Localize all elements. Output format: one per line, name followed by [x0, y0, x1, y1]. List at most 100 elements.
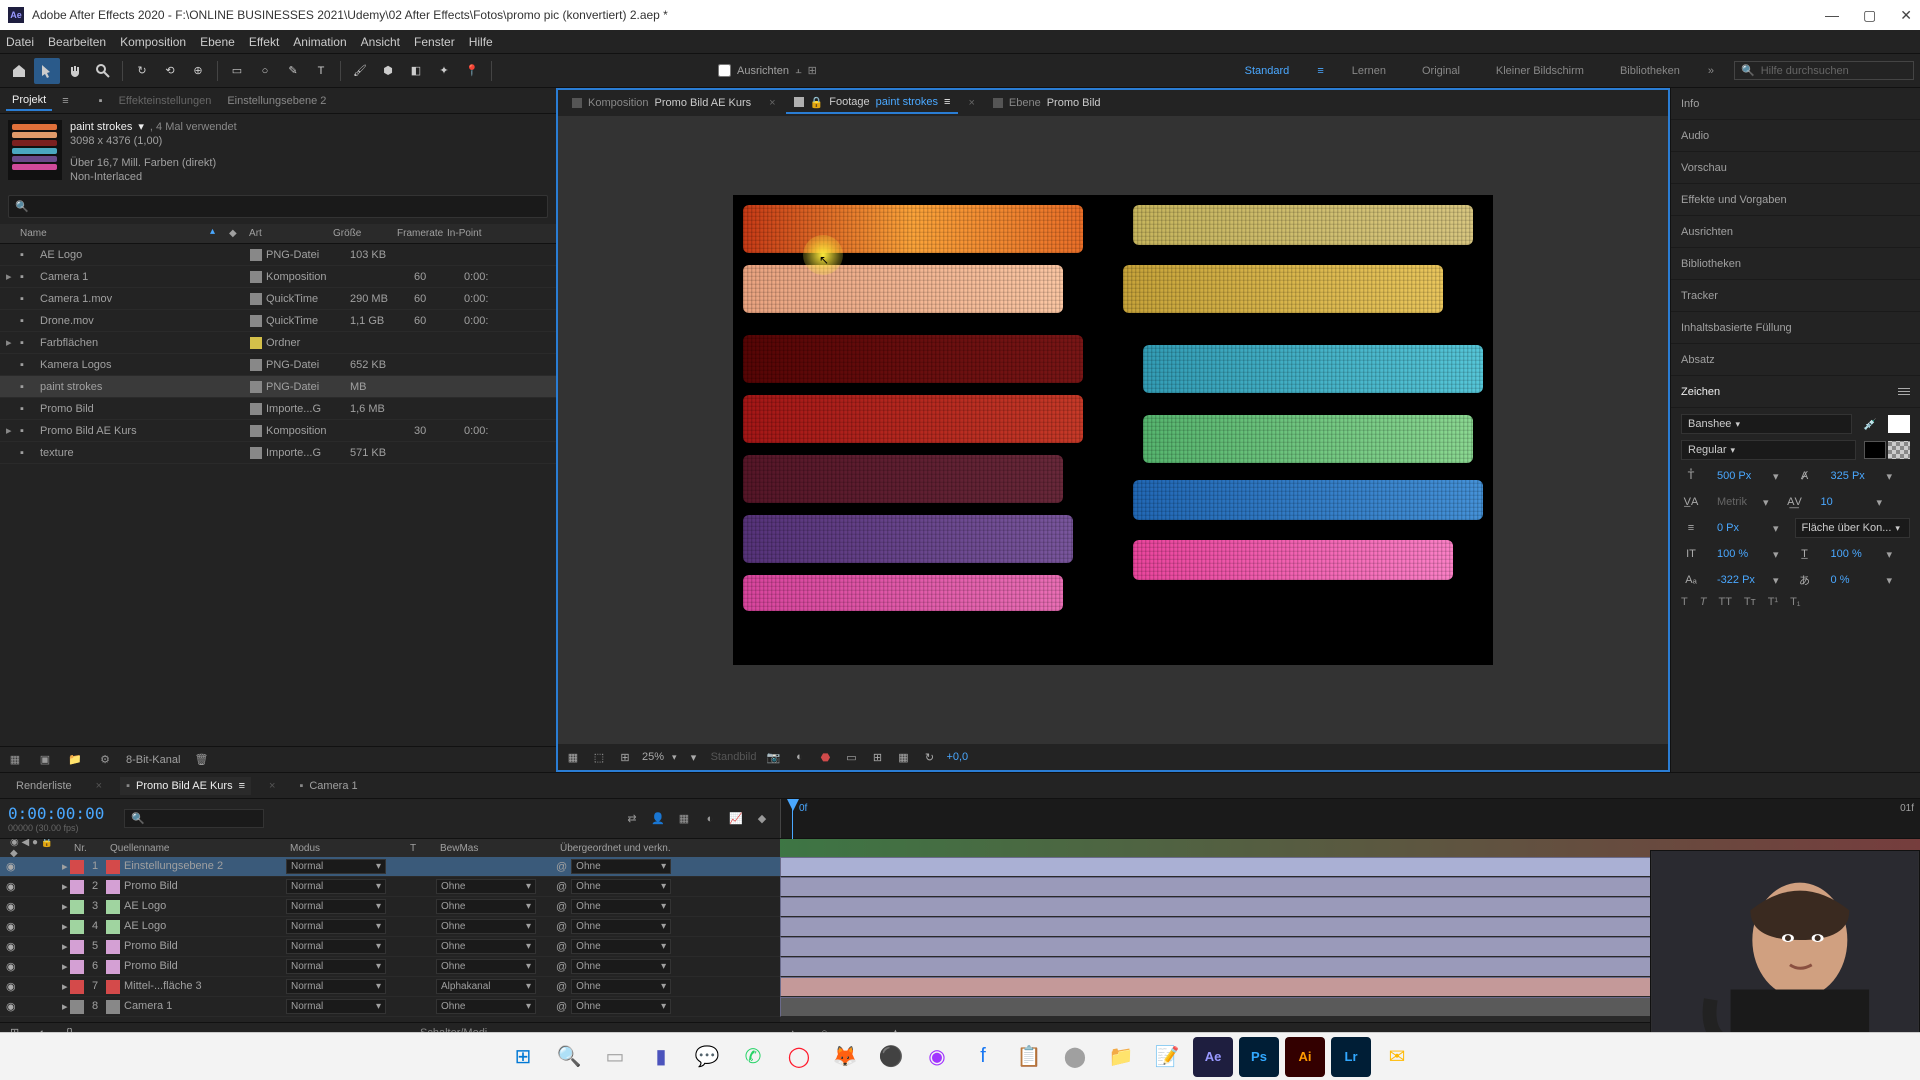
- workspace-bibliotheken[interactable]: Bibliotheken: [1612, 61, 1688, 81]
- hscale-value[interactable]: 100 %: [1831, 548, 1871, 560]
- col-name[interactable]: Name: [20, 226, 240, 241]
- layer-row[interactable]: ◉▸4AE LogoNormal▾Ohne▾@Ohne▾: [0, 917, 780, 937]
- col-label[interactable]: ◆: [229, 226, 249, 241]
- kerning-value[interactable]: Metrik: [1717, 496, 1747, 508]
- text-tool[interactable]: T: [308, 58, 334, 84]
- taskbar-opera[interactable]: ◯: [779, 1037, 819, 1077]
- col-fps[interactable]: Framerate: [397, 226, 447, 241]
- project-item[interactable]: ▸▪Promo Bild AE KursKomposition300:00:: [0, 420, 556, 442]
- new-comp-icon[interactable]: ▣: [36, 751, 54, 769]
- dropdown-icon[interactable]: ▾: [1887, 574, 1893, 587]
- taskbar-windows[interactable]: ⊞: [503, 1037, 543, 1077]
- comp-flow-icon[interactable]: ⇄: [622, 809, 642, 829]
- taskbar-facebook[interactable]: f: [963, 1037, 1003, 1077]
- menu-ansicht[interactable]: Ansicht: [361, 35, 400, 49]
- camera-icon[interactable]: 📷: [764, 748, 782, 766]
- dropdown-icon[interactable]: ▾: [1773, 470, 1779, 483]
- panel-audio[interactable]: Audio: [1671, 120, 1920, 152]
- workspace-overflow-icon[interactable]: »: [1708, 65, 1714, 77]
- tracking-value[interactable]: 10: [1820, 496, 1860, 508]
- menu-effekt[interactable]: Effekt: [249, 35, 279, 49]
- layer-row[interactable]: ◉▸3AE LogoNormal▾Ohne▾@Ohne▾: [0, 897, 780, 917]
- 3d-icon[interactable]: ⬣: [816, 748, 834, 766]
- taskbar-files[interactable]: 📁: [1101, 1037, 1141, 1077]
- new-folder-icon[interactable]: 📁: [66, 751, 84, 769]
- dropdown-icon[interactable]: ▾: [1876, 496, 1882, 509]
- panel-effekte[interactable]: Effekte und Vorgaben: [1671, 184, 1920, 216]
- layer-row[interactable]: ◉▸5Promo BildNormal▾Ohne▾@Ohne▾: [0, 937, 780, 957]
- maximize-button[interactable]: ▢: [1863, 7, 1876, 24]
- hand-tool[interactable]: [62, 58, 88, 84]
- taskbar-obs[interactable]: ⬤: [1055, 1037, 1095, 1077]
- mask-icon[interactable]: ⬚: [590, 748, 608, 766]
- workspace-kleiner[interactable]: Kleiner Bildschirm: [1488, 61, 1592, 81]
- tab-projekt-menu[interactable]: ≡: [62, 95, 68, 107]
- tab-camera1[interactable]: ▪ Camera 1: [293, 777, 363, 795]
- tab-effekteinstellungen-label[interactable]: Effekteinstellungen: [113, 92, 218, 110]
- panel-absatz[interactable]: Absatz: [1671, 344, 1920, 376]
- zoom-dropdown[interactable]: 25%: [642, 751, 677, 763]
- fill-swatch[interactable]: [1888, 415, 1910, 433]
- motion-blur-icon[interactable]: ◐: [700, 809, 720, 829]
- alpha-icon[interactable]: ▦: [564, 748, 582, 766]
- tab-close[interactable]: ×: [769, 97, 775, 109]
- workspace-original[interactable]: Original: [1414, 61, 1468, 81]
- marker-icon[interactable]: ◆: [752, 809, 772, 829]
- viewer-tab-ebene[interactable]: Ebene Promo Bild: [985, 94, 1109, 112]
- layer-row[interactable]: ◉▸1Einstellungsebene 2Normal▾@Ohne▾: [0, 857, 780, 877]
- home-tool[interactable]: [6, 58, 32, 84]
- tab-projekt[interactable]: Projekt: [6, 91, 52, 111]
- project-item[interactable]: ▪paint strokesPNG-Datei MB: [0, 376, 556, 398]
- project-item[interactable]: ▪textureImporte...G571 KB: [0, 442, 556, 464]
- transparency-icon[interactable]: ◐: [790, 748, 808, 766]
- roto-tool[interactable]: ✦: [431, 58, 457, 84]
- playhead[interactable]: [787, 799, 799, 811]
- shy-icon[interactable]: 👤: [648, 809, 668, 829]
- minimize-button[interactable]: —: [1825, 7, 1839, 24]
- menu-hilfe[interactable]: Hilfe: [469, 35, 493, 49]
- layer-row[interactable]: ◉▸2Promo BildNormal▾Ohne▾@Ohne▾: [0, 877, 780, 897]
- panel-ausrichten[interactable]: Ausrichten: [1671, 216, 1920, 248]
- panel-menu-icon[interactable]: [1898, 388, 1910, 395]
- viewer-tab-komposition[interactable]: Komposition Promo Bild AE Kurs: [564, 94, 759, 112]
- anchor-tool[interactable]: ⊕: [185, 58, 211, 84]
- taskbar-taskview[interactable]: ▭: [595, 1037, 635, 1077]
- layer-row[interactable]: ◉▸8Camera 1Normal▾Ohne▾@Ohne▾: [0, 997, 780, 1017]
- italic-icon[interactable]: T: [1700, 596, 1707, 608]
- font-family-dropdown[interactable]: Banshee: [1681, 414, 1852, 434]
- workspace-lernen[interactable]: Lernen: [1344, 61, 1394, 81]
- pen-tool[interactable]: ✎: [280, 58, 306, 84]
- project-item[interactable]: ▪Promo BildImporte...G1,6 MB: [0, 398, 556, 420]
- dropdown-icon[interactable]: ▾: [1887, 470, 1893, 483]
- tab-close[interactable]: ×: [269, 780, 275, 792]
- tab-promo-bild[interactable]: ▪ Promo Bild AE Kurs ≡: [120, 777, 251, 795]
- project-item[interactable]: ▪Camera 1.movQuickTime290 MB600:00:: [0, 288, 556, 310]
- settings-icon[interactable]: ⚙: [96, 751, 114, 769]
- taskbar-app1[interactable]: ⚫: [871, 1037, 911, 1077]
- menu-datei[interactable]: Datei: [6, 35, 34, 49]
- project-item[interactable]: ▪AE LogoPNG-Datei103 KB: [0, 244, 556, 266]
- col-in[interactable]: In-Point: [447, 226, 507, 241]
- project-search[interactable]: 🔍: [8, 195, 548, 218]
- taskbar-teams[interactable]: ▮: [641, 1037, 681, 1077]
- trash-icon[interactable]: 🗑: [192, 751, 210, 769]
- guides-icon[interactable]: ⊞: [616, 748, 634, 766]
- eyedropper-icon[interactable]: 💉: [1860, 414, 1880, 434]
- project-item[interactable]: ▸▪Camera 1Komposition600:00:: [0, 266, 556, 288]
- bit-depth[interactable]: 8-Bit-Kanal: [126, 754, 180, 766]
- region-icon[interactable]: ▭: [842, 748, 860, 766]
- taskbar-search[interactable]: 🔍: [549, 1037, 589, 1077]
- menu-bearbeiten[interactable]: Bearbeiten: [48, 35, 106, 49]
- no-color-swatch[interactable]: [1888, 441, 1910, 459]
- leading-value[interactable]: 325 Px: [1831, 470, 1871, 482]
- vscale-value[interactable]: 100 %: [1717, 548, 1757, 560]
- dropdown-icon[interactable]: ▾: [1773, 574, 1779, 587]
- exposure-value[interactable]: +0,0: [946, 751, 968, 763]
- channel-icon[interactable]: ▦: [894, 748, 912, 766]
- taskbar-chat[interactable]: 💬: [687, 1037, 727, 1077]
- taskbar-ai[interactable]: Ai: [1285, 1037, 1325, 1077]
- caps-icon[interactable]: TT: [1718, 596, 1731, 608]
- taskbar-whatsapp[interactable]: ✆: [733, 1037, 773, 1077]
- sort-arrow-icon[interactable]: ▴: [210, 226, 215, 241]
- panel-vorschau[interactable]: Vorschau: [1671, 152, 1920, 184]
